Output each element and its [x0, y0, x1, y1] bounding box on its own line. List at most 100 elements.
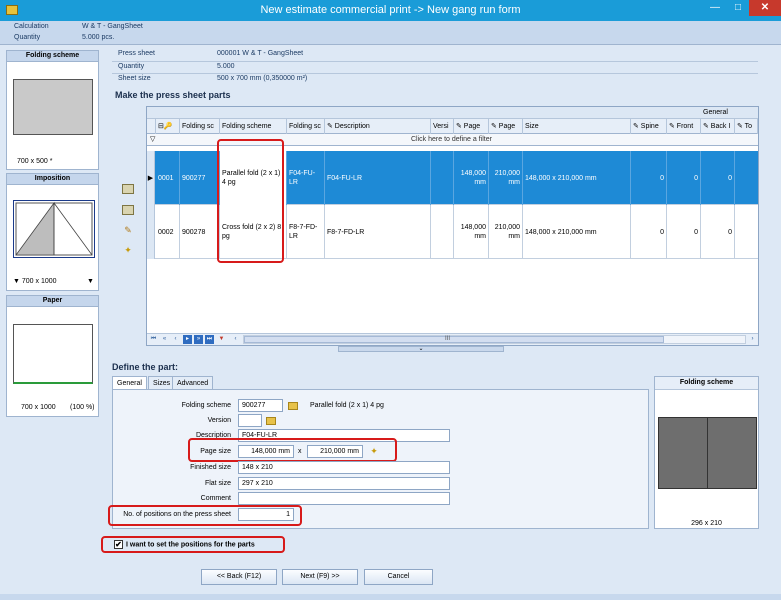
version-label: Version — [207, 417, 231, 424]
folding-scheme-preview-caption: 296 x 210 — [691, 520, 722, 527]
close-button[interactable]: ✕ — [749, 0, 781, 16]
quantity-value: 5.000 pcs. — [82, 34, 115, 41]
imposition-panel-title: Imposition — [7, 174, 98, 185]
quantity-label: Quantity — [14, 34, 41, 41]
paper-panel[interactable]: Paper 700 x 1000 (100 %) — [6, 295, 99, 417]
grid-navigator: ⏮ « ‹ ▸ » ⏭ ▼ ‹ III › — [147, 333, 758, 345]
row-indicator — [147, 205, 155, 259]
folding-scheme-panel-title: Folding scheme — [7, 51, 98, 62]
folding-scheme-preview-title: Folding scheme — [655, 377, 758, 390]
group-general-label: General — [703, 109, 728, 116]
cell-size: 148,000 x 210,000 mm — [523, 151, 631, 205]
folder-icon[interactable] — [266, 417, 276, 425]
cell-page-height: 210,000 mm — [489, 205, 523, 259]
folding-scheme-label: Folding scheme — [181, 402, 231, 409]
maximize-button[interactable]: □ — [726, 0, 750, 16]
panel-splitter[interactable]: ⌄ — [338, 346, 504, 352]
estimate-info-bar: Calculation W & T - GangSheet Quantity 5… — [0, 21, 781, 45]
imposition-panel[interactable]: Imposition ▼ 700 x 1000 ▼ — [6, 173, 99, 291]
column-header-folding-scheme-code[interactable]: Folding sc — [287, 119, 325, 134]
scrollbar-thumb[interactable]: III — [244, 336, 664, 343]
first-record-button[interactable]: ⏮ — [149, 335, 158, 344]
column-header-folding-code[interactable]: Folding sc — [180, 119, 220, 134]
filter-prompt[interactable]: Click here to define a filter — [411, 136, 492, 143]
highlight-folding-scheme-column — [217, 139, 284, 263]
cancel-button[interactable]: Cancel — [364, 569, 433, 585]
prev-record-button[interactable]: ‹ — [171, 335, 180, 344]
left-panel: Folding scheme 700 x 500 * Imposition ▼ … — [6, 50, 99, 420]
scroll-left-button[interactable]: ‹ — [231, 335, 240, 344]
cell-number: 0001 — [156, 151, 180, 205]
paper-thumbnail — [13, 324, 93, 384]
folder-icon[interactable] — [288, 402, 298, 410]
cell-page-height: 210,000 mm — [489, 151, 523, 205]
row-pointer-icon: ▶ — [147, 151, 155, 205]
folding-scheme-input[interactable]: 900277 — [238, 399, 283, 412]
folding-scheme-preview-image — [658, 417, 757, 489]
scroll-right-button[interactable]: › — [748, 335, 757, 344]
column-header-page-height[interactable]: ✎ Page — [489, 119, 523, 134]
column-header-spine[interactable]: ✎ Spine — [631, 119, 667, 134]
cell-spine: 0 — [631, 151, 667, 205]
define-part-heading: Define the part: — [112, 362, 179, 372]
column-header-top[interactable]: ✎ To — [735, 119, 758, 134]
tab-advanced[interactable]: Advanced — [172, 376, 214, 390]
divider — [112, 61, 758, 62]
paper-panel-title: Paper — [7, 296, 98, 307]
press-quantity-label: Quantity — [118, 63, 145, 70]
cell-folding-code: 900278 — [180, 205, 220, 259]
make-parts-heading: Make the press sheet parts — [115, 90, 231, 100]
version-input[interactable] — [238, 414, 262, 427]
cell-top — [735, 151, 758, 205]
wizard-wand-icon[interactable]: ✦ — [122, 245, 134, 255]
column-header-front[interactable]: ✎ Front — [667, 119, 701, 134]
filter-funnel-icon[interactable]: ▼ — [217, 335, 226, 344]
column-header-row-indicator — [147, 119, 156, 134]
column-header-back[interactable]: ✎ Back I — [701, 119, 735, 134]
copy-part-icon[interactable] — [122, 205, 134, 215]
cell-size: 148,000 x 210,000 mm — [523, 205, 631, 259]
calculation-label: Calculation — [14, 23, 49, 30]
imposition-caption[interactable]: ▼ 700 x 1000 — [13, 278, 57, 285]
cell-back: 0 — [701, 205, 735, 259]
flat-size-input[interactable]: 297 x 210 — [238, 477, 450, 490]
add-part-icon[interactable] — [122, 184, 134, 194]
finished-size-label: Finished size — [190, 464, 231, 471]
press-quantity-value: 5.000 — [217, 63, 235, 70]
cell-spine: 0 — [631, 205, 667, 259]
back-button[interactable]: << Back (F12) — [201, 569, 277, 585]
press-sheet-value: 000001 W & T - GangSheet — [217, 50, 304, 57]
tab-general[interactable]: General — [112, 376, 147, 390]
sheet-size-label: Sheet size — [118, 75, 151, 82]
cell-front: 0 — [667, 205, 701, 259]
paper-caption: 700 x 1000 — [21, 404, 56, 411]
divider — [112, 73, 758, 74]
folding-scheme-text: Parallel fold (2 x 1) 4 pg — [310, 402, 384, 409]
column-header-folding-scheme[interactable]: Folding scheme — [220, 119, 287, 134]
next-record-button[interactable]: ▸ — [183, 335, 192, 344]
next-page-button[interactable]: » — [194, 335, 203, 344]
cell-folding-code: 900277 — [180, 151, 220, 205]
column-header-size[interactable]: Size — [523, 119, 631, 134]
column-header-description[interactable]: ✎ Description — [325, 119, 431, 134]
title-bar: New estimate commercial print -> New gan… — [0, 0, 781, 21]
horizontal-scrollbar[interactable]: III — [243, 335, 746, 344]
calculation-value: W & T - GangSheet — [82, 23, 143, 30]
prev-page-button[interactable]: « — [160, 335, 169, 344]
last-record-button[interactable]: ⏭ — [205, 335, 214, 344]
imposition-dropdown-icon[interactable]: ▼ — [87, 278, 94, 285]
next-button[interactable]: Next (F9) >> — [282, 569, 358, 585]
folding-scheme-panel[interactable]: Folding scheme 700 x 500 * — [6, 50, 99, 170]
column-header-version[interactable]: Versi — [431, 119, 454, 134]
bottom-border — [0, 594, 781, 600]
column-header-number[interactable]: ⊟🔑 — [156, 119, 180, 134]
minimize-button[interactable]: — — [703, 0, 727, 16]
press-sheet-label: Press sheet — [118, 50, 155, 57]
finished-size-input[interactable]: 148 x 210 — [238, 461, 450, 474]
comment-input[interactable] — [238, 492, 450, 505]
grid-group-header: General — [147, 107, 758, 119]
edit-pencil-icon[interactable]: ✎ — [122, 225, 134, 235]
sheet-size-value: 500 x 700 mm (0,350000 m²) — [217, 75, 308, 82]
column-header-page-width[interactable]: ✎ Page — [454, 119, 489, 134]
cell-description: F04-FU-LR — [325, 151, 431, 205]
